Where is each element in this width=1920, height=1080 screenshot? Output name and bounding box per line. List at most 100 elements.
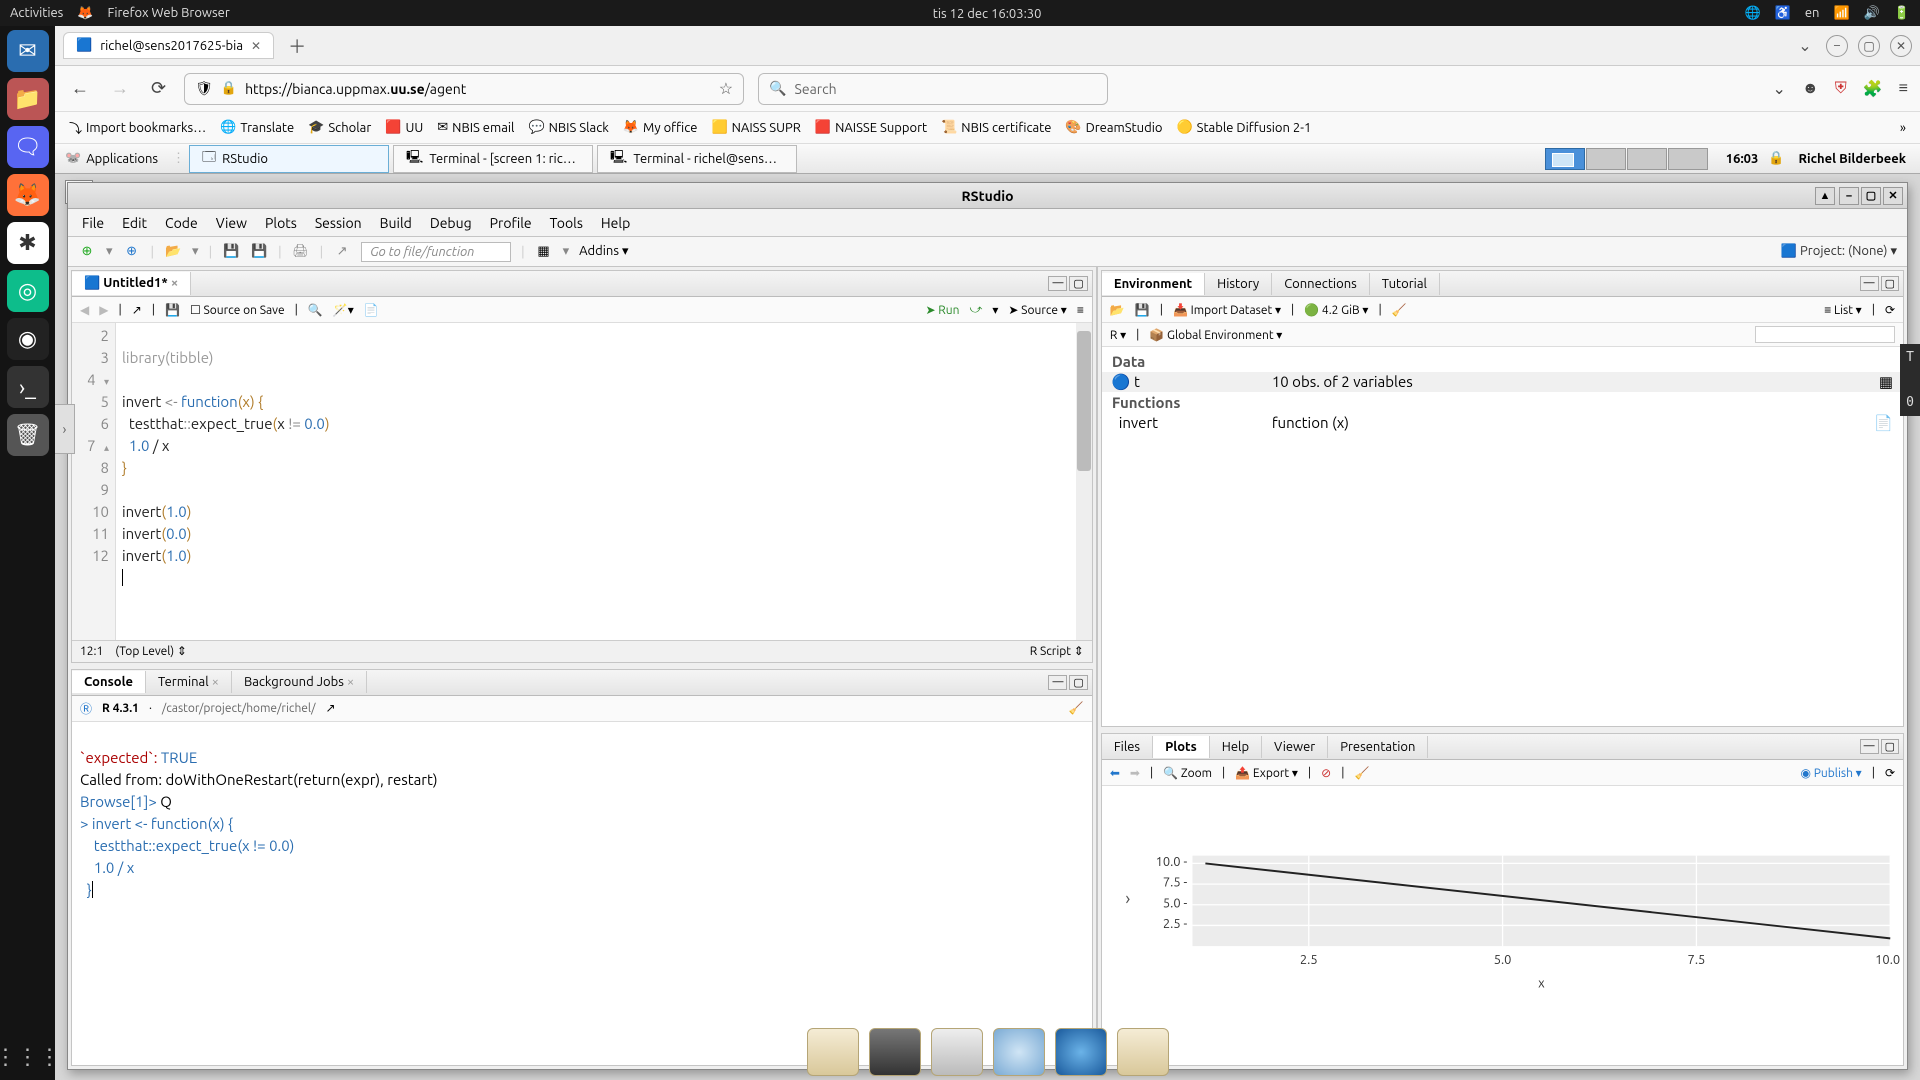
tab-close-icon[interactable]: ✕ [251, 39, 261, 53]
lang-selector[interactable]: R ▾ [1110, 328, 1126, 342]
env-row-function[interactable]: invert function (x) 📄 [1102, 413, 1903, 433]
wifi-icon[interactable]: 📶 [1833, 6, 1849, 21]
new-file-icon[interactable]: ⊕ [78, 243, 96, 261]
rerun-icon[interactable]: ⤻ [969, 303, 982, 317]
browser-tab[interactable]: 🟦 richel@sens2017625-bia ✕ [63, 32, 274, 59]
source-button[interactable]: ➤ Source ▾ [1008, 303, 1066, 317]
tab-history[interactable]: History [1205, 273, 1272, 295]
plot-next-icon[interactable]: ➡ [1130, 766, 1140, 780]
pane-min-icon[interactable]: — [1048, 675, 1067, 690]
new-project-icon[interactable]: ⊕ [123, 243, 141, 261]
pane-min-icon[interactable]: — [1860, 276, 1879, 291]
rstudio-titlebar[interactable]: RStudio ▲ – ▢ ✕ [68, 183, 1907, 209]
accessibility-icon[interactable]: ♿ [1775, 6, 1791, 21]
open-file-icon[interactable]: 📂 [164, 243, 182, 261]
bookmark-item[interactable]: 🟥 NAISSE Support [815, 120, 927, 135]
bookmark-star-icon[interactable]: ☆ [719, 79, 733, 98]
tab-viewer[interactable]: Viewer [1262, 736, 1328, 758]
goto-file-input[interactable]: Go to file/function [361, 242, 511, 262]
workspace-2[interactable] [1586, 148, 1626, 170]
dock-terminal-icon[interactable] [869, 1028, 921, 1076]
dock-home-icon[interactable] [807, 1028, 859, 1076]
tab-console[interactable]: Console [72, 671, 146, 693]
clear-plots-icon[interactable]: 🧹 [1354, 766, 1369, 780]
wand-icon[interactable]: 🪄▾ [333, 303, 354, 317]
taskbar-item-terminal1[interactable]: 🖳 Terminal - [screen 1: ric… [393, 145, 593, 173]
tab-files[interactable]: Files [1102, 736, 1153, 758]
account-icon[interactable]: ☻ [1802, 79, 1819, 98]
zoom-button[interactable]: 🔍 Zoom [1163, 766, 1212, 780]
show-apps-icon[interactable]: ⋮⋮⋮ [0, 1044, 61, 1070]
code-editor[interactable]: 234 ▾567 ▴89101112 library(tibble) inver… [72, 323, 1092, 640]
code-content[interactable]: library(tibble) invert <- function(x) { … [116, 323, 1092, 640]
console-output[interactable]: `expected`: TRUE Called from: doWithOneR… [72, 722, 1092, 1065]
source-tab[interactable]: 🟦 Untitled1* × [72, 272, 191, 295]
menu-view[interactable]: View [216, 215, 247, 231]
bookmark-item[interactable]: 🦊 My office [623, 120, 698, 135]
remote-clock[interactable]: 16:03 [1716, 152, 1769, 166]
save-icon[interactable]: 💾 [222, 243, 240, 261]
menu-code[interactable]: Code [165, 215, 198, 231]
memory-usage[interactable]: 🟢 4.2 GiB ▾ [1304, 303, 1368, 317]
workspace-4[interactable] [1668, 148, 1708, 170]
new-tab-button[interactable]: ＋ [282, 33, 312, 59]
workspace-switcher[interactable] [1545, 148, 1708, 170]
back-button[interactable]: ← [67, 74, 93, 103]
bookmark-item[interactable]: ✉ NBIS email [437, 120, 514, 135]
run-button[interactable]: ➤ Run [925, 303, 959, 317]
tab-help[interactable]: Help [1210, 736, 1262, 758]
minimize-button[interactable]: – [1826, 35, 1848, 57]
bookmark-item[interactable]: 🎓 Scholar [308, 120, 371, 135]
search-bar[interactable]: 🔍 Search [758, 73, 1108, 105]
import-dataset-button[interactable]: 📥 Import Dataset ▾ [1173, 303, 1281, 317]
menu-file[interactable]: File [82, 215, 104, 231]
menu-debug[interactable]: Debug [430, 215, 472, 231]
grid-view-icon[interactable]: ▦ [1879, 373, 1893, 391]
firefox-dock-icon[interactable]: 🦊 [7, 174, 49, 216]
volume-icon[interactable]: 🔊 [1864, 6, 1880, 21]
reload-button[interactable]: ⟳ [147, 74, 170, 103]
grid-icon[interactable]: ▦ [535, 243, 553, 261]
window-close-icon[interactable]: ✕ [1883, 187, 1903, 205]
load-workspace-icon[interactable]: 📂 [1110, 303, 1125, 317]
bookmark-item[interactable]: 💬 NBIS Slack [528, 120, 608, 135]
pane-max-icon[interactable]: ▢ [1881, 276, 1899, 291]
pane-min-icon[interactable]: — [1860, 739, 1879, 754]
find-icon[interactable]: 🔍 [308, 303, 323, 317]
maximize-button[interactable]: ▢ [1858, 35, 1880, 57]
save-all-icon[interactable]: 💾 [250, 243, 268, 261]
menu-help[interactable]: Help [601, 215, 630, 231]
tab-environment[interactable]: Environment [1102, 273, 1205, 295]
shield-icon[interactable]: 🛡 [195, 80, 213, 97]
clear-console-icon[interactable]: 🧹 [1069, 701, 1084, 715]
file-type[interactable]: R Script ⇕ [1030, 644, 1084, 658]
terminal-icon[interactable]: ›_ [7, 366, 49, 408]
project-menu[interactable]: 🟦 Project: (None) ▾ [1781, 244, 1897, 259]
trash-icon[interactable]: 🗑 [7, 414, 49, 456]
fwd-source-icon[interactable]: ▶ [99, 303, 108, 317]
language-indicator[interactable]: en [1805, 6, 1820, 20]
clock-label[interactable]: tis 12 dec 16:03:30 [933, 7, 1042, 21]
rollup-icon[interactable]: ▲ [1815, 187, 1835, 205]
menu-build[interactable]: Build [380, 215, 412, 231]
tab-connections[interactable]: Connections [1272, 273, 1370, 295]
workspace-3[interactable] [1627, 148, 1667, 170]
bookmark-item[interactable]: 📜 NBIS certificate [941, 120, 1051, 135]
ublock-icon[interactable]: ⛨ [1835, 79, 1847, 98]
pane-max-icon[interactable]: ▢ [1069, 675, 1087, 690]
remote-user[interactable]: Richel Bilderbeek [1785, 152, 1920, 166]
dock-browser-icon[interactable] [993, 1028, 1045, 1076]
source-on-save-check[interactable]: ☐ Source on Save [190, 303, 285, 317]
env-search-input[interactable] [1755, 326, 1895, 343]
menu-profile[interactable]: Profile [490, 215, 532, 231]
tab-plots[interactable]: Plots [1153, 736, 1210, 758]
pane-max-icon[interactable]: ▢ [1881, 739, 1899, 754]
menu-session[interactable]: Session [315, 215, 362, 231]
element-icon[interactable]: ◎ [7, 270, 49, 312]
view-source-icon[interactable]: 📄 [1874, 414, 1893, 432]
plot-prev-icon[interactable]: ⬅ [1110, 766, 1120, 780]
clear-env-icon[interactable]: 🧹 [1392, 303, 1407, 317]
tab-terminal[interactable]: Terminal × [146, 671, 232, 693]
wd-popup-icon[interactable]: ↗ [326, 701, 336, 715]
bookmark-item[interactable]: 🟨 NAISS SUPR [711, 120, 800, 135]
